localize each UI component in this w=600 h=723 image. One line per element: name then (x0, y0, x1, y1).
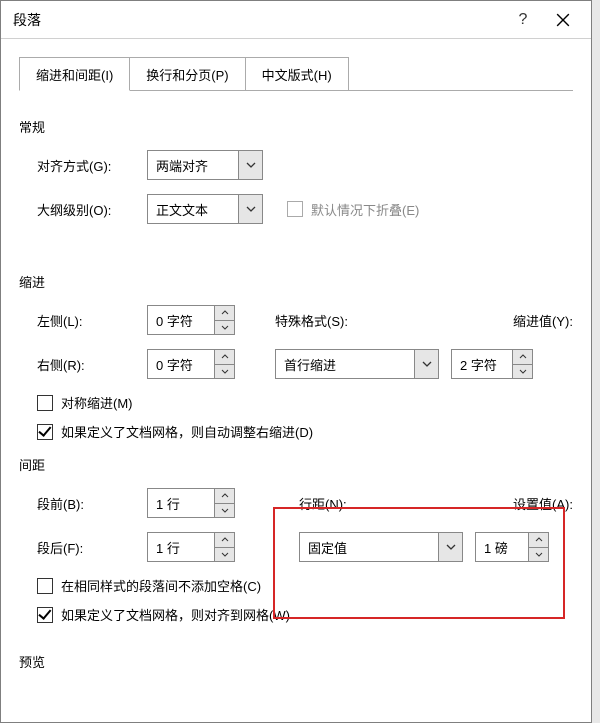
help-button[interactable]: ? (503, 5, 543, 35)
space-after-up[interactable] (215, 532, 235, 548)
collapsed-by-default-checkbox (287, 201, 303, 217)
indent-by-up[interactable] (513, 349, 533, 365)
line-spacing-label: 行距(N): (299, 494, 389, 513)
indent-by-down[interactable] (513, 365, 533, 380)
tab-line-page-breaks[interactable]: 换行和分页(P) (129, 57, 245, 91)
alignment-dropdown-button[interactable] (239, 150, 263, 180)
outline-level-select[interactable]: 正文文本 (147, 194, 239, 224)
indent-by-label: 缩进值(Y): (513, 311, 573, 330)
outline-level-label: 大纲级别(O): (37, 200, 147, 219)
close-button[interactable] (543, 5, 583, 35)
indent-left-up[interactable] (215, 305, 235, 321)
section-spacing: 间距 (19, 455, 573, 474)
indent-by-input[interactable]: 2 字符 (451, 349, 513, 379)
indent-left-input[interactable]: 0 字符 (147, 305, 215, 335)
space-after-label: 段后(F): (37, 538, 147, 557)
space-before-down[interactable] (215, 504, 235, 519)
special-format-dropdown-button[interactable] (415, 349, 439, 379)
special-format-select[interactable]: 首行缩进 (275, 349, 415, 379)
space-after-down[interactable] (215, 548, 235, 563)
space-before-label: 段前(B): (37, 494, 147, 513)
outline-level-dropdown-button[interactable] (239, 194, 263, 224)
auto-adjust-right-indent-label: 如果定义了文档网格，则自动调整右缩进(D) (61, 422, 313, 441)
collapsed-by-default-label: 默认情况下折叠(E) (311, 200, 419, 219)
special-format-label: 特殊格式(S): (275, 311, 383, 330)
no-space-same-style-checkbox[interactable] (37, 578, 53, 594)
indent-right-input[interactable]: 0 字符 (147, 349, 215, 379)
section-indent: 缩进 (19, 272, 573, 291)
space-before-input[interactable]: 1 行 (147, 488, 215, 518)
at-label: 设置值(A): (513, 494, 573, 513)
alignment-label: 对齐方式(G): (37, 156, 147, 175)
highlight-box (273, 507, 565, 619)
indent-left-label: 左侧(L): (37, 311, 147, 330)
snap-to-grid-checkbox[interactable] (37, 607, 53, 623)
auto-adjust-right-indent-checkbox[interactable] (37, 424, 53, 440)
tab-asian-typography[interactable]: 中文版式(H) (245, 57, 349, 91)
section-preview: 预览 (19, 652, 573, 671)
snap-to-grid-label: 如果定义了文档网格，则对齐到网格(W) (61, 605, 290, 624)
mirror-indents-checkbox[interactable] (37, 395, 53, 411)
indent-right-down[interactable] (215, 365, 235, 380)
line-spacing-select[interactable]: 固定值 (299, 532, 439, 562)
mirror-indents-label: 对称缩进(M) (61, 393, 133, 412)
tab-indent-spacing[interactable]: 缩进和间距(I) (19, 57, 130, 91)
alignment-select[interactable]: 两端对齐 (147, 150, 239, 180)
indent-left-down[interactable] (215, 321, 235, 336)
section-general: 常规 (19, 117, 573, 136)
at-input[interactable]: 1 磅 (475, 532, 529, 562)
indent-right-label: 右侧(R): (37, 355, 147, 374)
indent-right-up[interactable] (215, 349, 235, 365)
at-up[interactable] (529, 532, 549, 548)
space-before-up[interactable] (215, 488, 235, 504)
window-title: 段落 (13, 10, 503, 30)
at-down[interactable] (529, 548, 549, 563)
space-after-input[interactable]: 1 行 (147, 532, 215, 562)
line-spacing-dropdown-button[interactable] (439, 532, 463, 562)
no-space-same-style-label: 在相同样式的段落间不添加空格(C) (61, 576, 261, 595)
